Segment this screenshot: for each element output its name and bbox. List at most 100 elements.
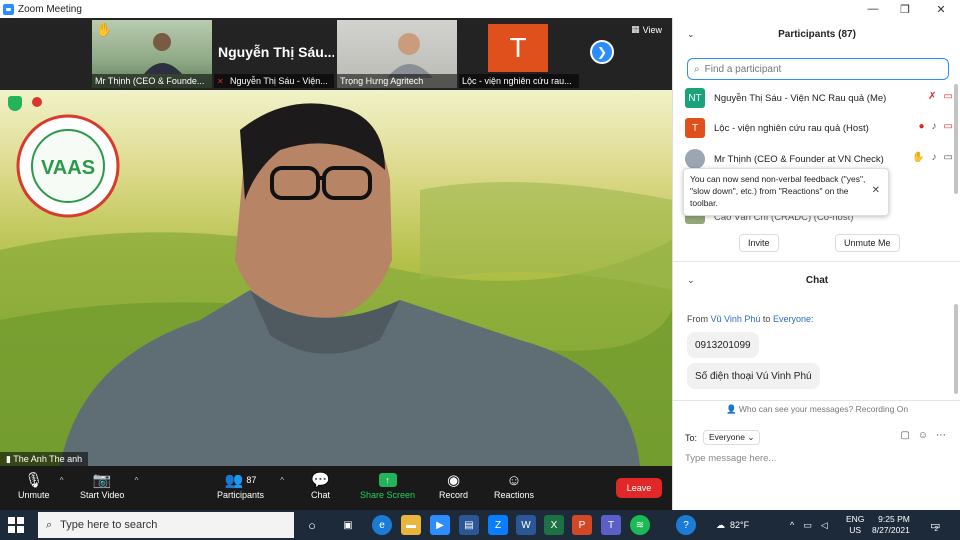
taskbar-search-input[interactable]: ⌕ Type here to search [38,512,294,538]
participant-name: Mr Thịnh (CEO & Founder at VN Check) [714,153,884,165]
participant-row[interactable]: T Lộc - viện nghiên cứu rau quả (Host) ●… [685,116,953,140]
thumbnail-label: Nguyễn Thị Sáu - Viện... [214,74,334,88]
tooltip-text: You can now send non-verbal feedback ("y… [690,174,866,208]
mic-icon: ♪ [931,152,937,163]
recipient-value: Everyone [709,432,745,442]
video-icon: ▭ [943,152,953,163]
powerpoint-icon[interactable]: P [572,515,592,535]
weather-temp: 82°F [730,520,750,530]
next-page-button[interactable]: ❯ [590,40,614,64]
reactions-icon: ☺ [506,471,522,489]
title-bar: Zoom Meeting — ❐ ✕ [0,0,960,18]
thumbnail-trong-hung[interactable]: Trọng Hưng Agritech [337,20,457,88]
participant-row[interactable]: NT Nguyễn Thị Sáu - Viện NC Rau quả (Me)… [685,86,953,110]
chat-header: Chat [805,275,829,286]
chat-recipient-row: To: Everyone ⌄ [685,430,761,445]
close-window-button[interactable]: ✕ [924,0,958,18]
cloud-icon: ☁ [716,519,725,530]
reactions-button[interactable]: ☺ Reactions [494,470,535,501]
thumbnail-loc[interactable]: T Lộc - viện nghiên cứu rau... [459,20,579,88]
participants-header: Participants (87) [778,29,856,40]
chat-button[interactable]: 💬 Chat [311,470,330,500]
file-icon[interactable]: ▢ [900,430,909,441]
start-video-button[interactable]: 📷 Start Video ^ [80,470,138,500]
windows-start-icon[interactable] [8,517,24,533]
speaker-name-label: ▮ The Anh The anh [0,452,89,466]
app-window-icon[interactable]: ▤ [459,515,479,535]
security-shield-icon[interactable] [8,96,22,111]
view-button[interactable]: ▦ View [631,24,662,35]
cortana-icon[interactable]: ○ [302,515,322,535]
who-can-see-link[interactable]: 👤 Who can see your messages? Recording O… [673,404,960,415]
zoom-app-icon [3,3,14,15]
chevron-down-icon: ⌄ [747,432,755,442]
maximize-button[interactable]: ❐ [888,0,922,18]
network-icon[interactable]: ▭ [803,520,812,531]
reactions-label: Reactions [494,490,535,500]
record-icon: ◉ [446,472,461,489]
thumbnail-name: Nguyễn Thị Sáu... [218,44,334,60]
participant-name: Lộc - viện nghiên cứu rau quả (Host) [714,122,869,134]
weather-widget[interactable]: ☁ 82°F [716,510,749,540]
zoom-taskbar-icon[interactable]: ▶ [430,515,450,535]
participant-search-input[interactable]: ⌕ Find a participant [687,58,949,80]
invite-button[interactable]: Invite [739,234,779,252]
chat-message-input[interactable]: Type message here... [685,453,776,464]
thumbnail-nguyen-thi-sau[interactable]: Nguyễn Thị Sáu... Nguyễn Thị Sáu - Viện.… [214,20,334,88]
participants-button[interactable]: 👥 87 Participants ^ [217,470,284,500]
spotify-icon[interactable]: ≋ [630,515,650,535]
participants-options-caret[interactable]: ^ [280,476,284,485]
lang-secondary: US [849,525,862,535]
clock[interactable]: 9:25 PM 8/27/2021 [872,510,910,540]
teams-icon[interactable]: T [601,515,621,535]
muted-mic-icon: ✗ [928,91,937,102]
recipient-name[interactable]: Everyone: [773,314,814,324]
search-placeholder: Find a participant [704,63,782,75]
unmute-me-button[interactable]: Unmute Me [835,234,900,252]
volume-icon[interactable]: ◁ [821,520,828,531]
unmute-options-caret[interactable]: ^ [60,476,64,485]
share-screen-button[interactable]: ↑ Share Screen [360,470,415,500]
clock-time: 9:25 PM [878,514,910,524]
help-icon[interactable]: ? [676,515,696,535]
participant-status: ✋ ♪ ▭ [912,152,953,163]
record-button[interactable]: ◉ Record [439,470,468,500]
thumbnail-mr-thinh[interactable]: ✋ Mr Thịnh (CEO & Founde... [92,20,212,88]
notifications-icon[interactable]: ▭ 2 [930,510,940,540]
excel-icon[interactable]: X [544,515,564,535]
participants-scrollbar[interactable] [954,84,958,194]
speaker-name: The Anh The anh [13,454,83,464]
recording-icon [32,97,42,107]
recipient-dropdown[interactable]: Everyone ⌄ [703,430,761,445]
sender-name[interactable]: Vũ Vinh Phú [711,314,761,324]
side-panel: ⌄ Participants (87) ⌕ Find a participant… [672,18,960,510]
active-speaker-video: VAAS ▮ The Anh The anh [0,90,672,466]
word-icon[interactable]: W [516,515,536,535]
video-options-caret[interactable]: ^ [135,476,139,485]
leave-button[interactable]: Leave [616,478,662,498]
participants-label: Participants [217,490,265,500]
grid-icon: ▦ [631,24,640,34]
more-icon[interactable]: ⋯ [936,430,946,441]
svg-text:VAAS: VAAS [41,157,95,179]
zalo-icon[interactable]: Z [488,515,508,535]
participant-avatar: NT [685,88,705,108]
video-off-icon: 📷 [92,472,112,489]
person-icon: 👤 [725,404,737,414]
language-indicator[interactable]: ENG US [846,510,864,540]
edge-icon[interactable]: e [372,515,392,535]
raised-hand-icon: ✋ [912,152,925,163]
chevron-up-icon[interactable]: ^ [790,520,794,530]
minimize-button[interactable]: — [856,0,890,18]
chat-scrollbar[interactable] [954,304,958,394]
participants-count: 87 [246,475,257,485]
close-tooltip-icon[interactable]: ✕ [872,185,880,197]
participant-status: ● ♪ ▭ [919,121,954,132]
unmute-button[interactable]: 🎙 Unmute ^ [18,470,64,500]
emoji-icon[interactable]: ☺ [918,430,928,441]
view-label: View [642,24,662,35]
task-view-icon[interactable]: ▣ [338,515,358,535]
system-tray-icons: ^ ▭ ◁ [790,510,828,540]
record-label: Record [439,490,469,500]
file-explorer-icon[interactable]: ▬ [401,515,421,535]
